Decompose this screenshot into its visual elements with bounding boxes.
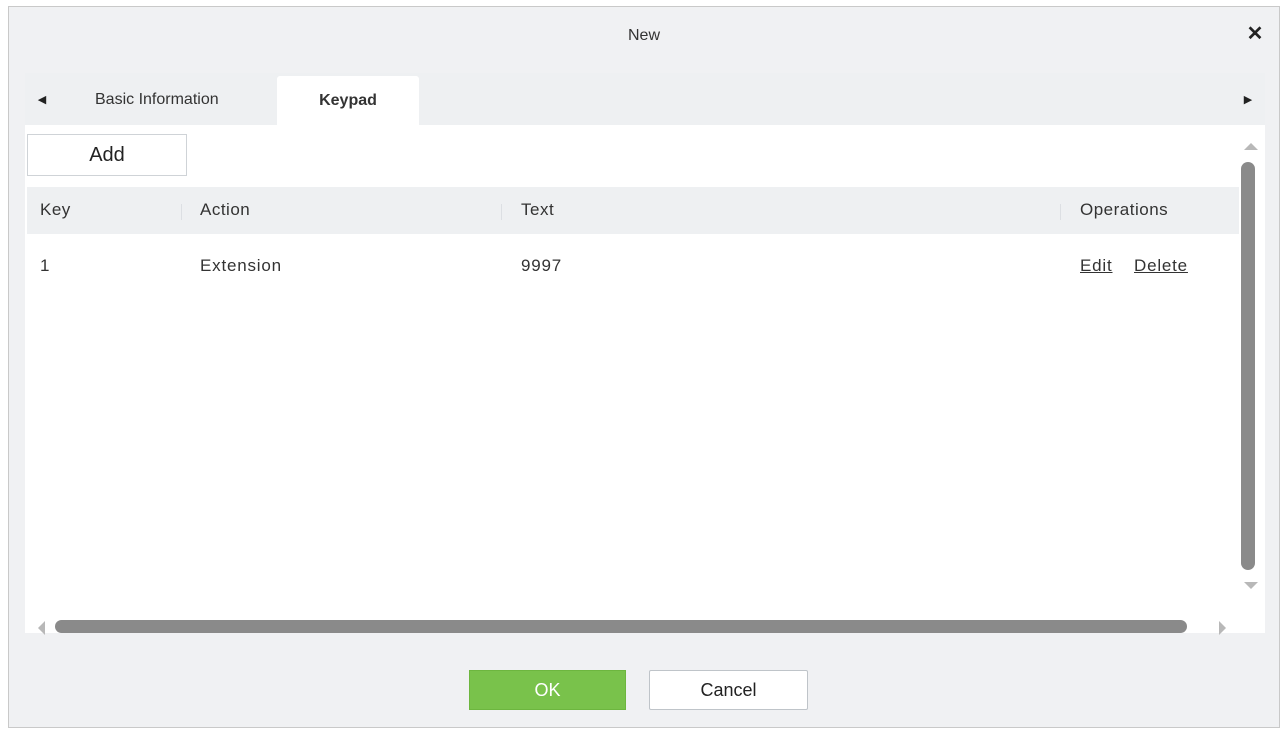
column-header-operations: Operations — [1080, 200, 1169, 219]
dialog-footer: OK Cancel — [9, 653, 1279, 727]
column-divider — [181, 204, 182, 220]
add-button[interactable]: Add — [27, 134, 187, 176]
scroll-up-icon[interactable] — [1243, 140, 1259, 152]
tab-strip: ◀ Basic Information Keypad ▶ — [25, 73, 1265, 125]
close-icon[interactable]: ✕ — [1245, 23, 1265, 45]
tab-basic-information[interactable]: Basic Information — [85, 75, 257, 125]
column-header-key: Key — [40, 200, 71, 219]
dialog-titlebar: New ✕ — [9, 7, 1279, 65]
column-header-action: Action — [200, 200, 251, 219]
column-divider — [1060, 204, 1061, 220]
table-row[interactable]: 1 Extension 9997 Edit Delete — [27, 243, 1239, 289]
delete-link[interactable]: Delete — [1134, 256, 1188, 276]
dialog-content: ◀ Basic Information Keypad ▶ Add Key Act… — [25, 73, 1265, 636]
table-header: Key Action Text Operations — [27, 187, 1239, 234]
cancel-button[interactable]: Cancel — [649, 670, 808, 710]
dialog-title: New — [627, 27, 660, 44]
horizontal-scrollbar-thumb[interactable] — [55, 620, 1187, 633]
cell-key: 1 — [40, 256, 51, 275]
cell-action: Extension — [200, 256, 282, 275]
scroll-right-icon[interactable] — [1217, 620, 1229, 636]
tab-scroll-right-icon[interactable]: ▶ — [1239, 91, 1257, 109]
tab-keypad[interactable]: Keypad — [277, 76, 419, 125]
vertical-scrollbar-thumb[interactable] — [1241, 162, 1255, 570]
column-header-text: Text — [521, 200, 555, 219]
tab-scroll-left-icon[interactable]: ◀ — [33, 91, 51, 109]
edit-link[interactable]: Edit — [1080, 256, 1113, 276]
cell-text: 9997 — [521, 256, 563, 275]
new-dialog: New ✕ ◀ Basic Information Keypad ▶ Add K… — [8, 6, 1280, 728]
column-divider — [501, 204, 502, 220]
ok-button[interactable]: OK — [469, 670, 626, 710]
scroll-left-icon[interactable] — [35, 620, 47, 636]
scroll-down-icon[interactable] — [1243, 580, 1259, 592]
